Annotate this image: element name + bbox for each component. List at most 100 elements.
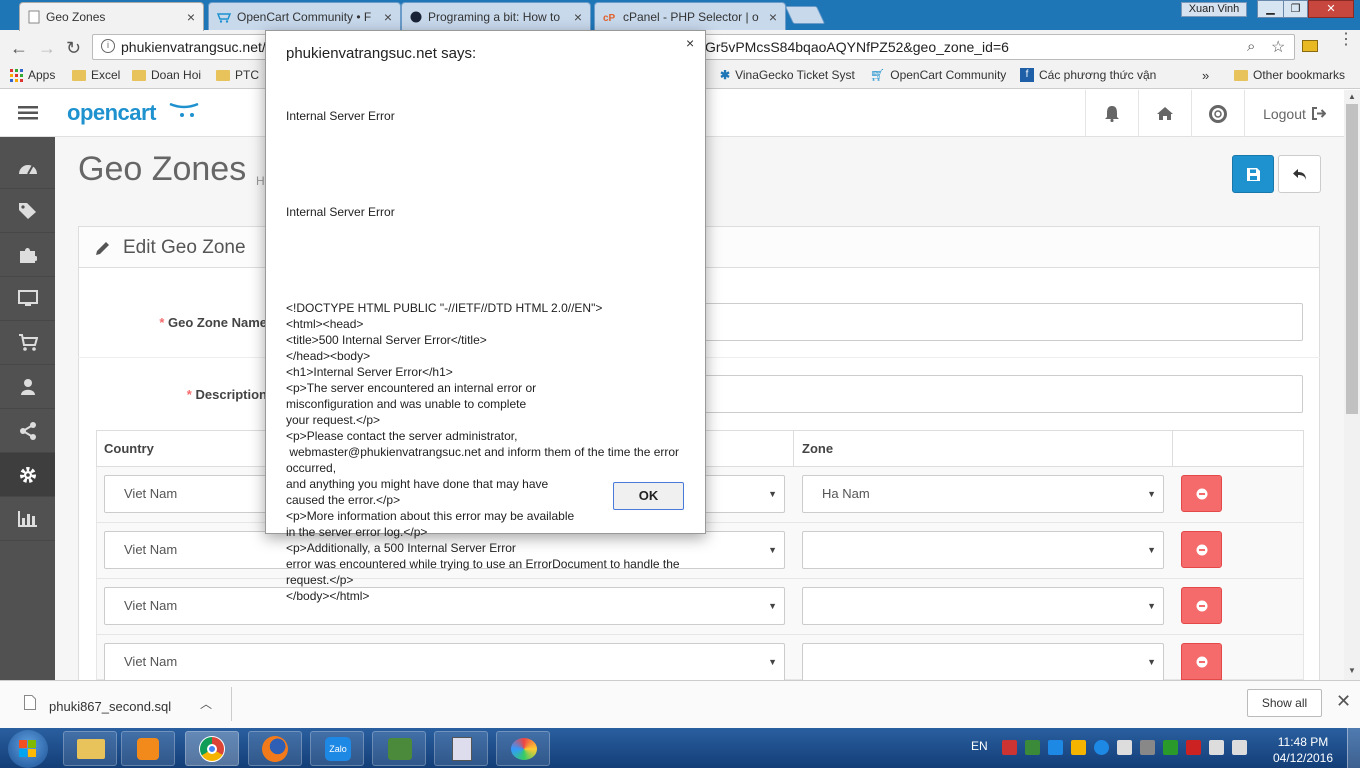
tray-app-icon[interactable] — [1002, 740, 1017, 755]
downloads-bar: phuki867_second.sql ︿ Show all ✕ — [0, 680, 1360, 728]
tray-app-icon[interactable] — [1186, 740, 1201, 755]
windows-logo-icon — [19, 740, 37, 758]
tray-app-icon[interactable] — [1140, 740, 1155, 755]
caret-down-icon: ▼ — [768, 657, 777, 667]
cart-icon[interactable] — [0, 321, 55, 365]
close-tab-icon[interactable]: × — [769, 9, 777, 25]
user-icon[interactable] — [0, 365, 55, 409]
share-icon[interactable] — [0, 409, 55, 453]
minimize-button[interactable]: ▁ — [1257, 0, 1284, 18]
bookmark-ptc[interactable]: PTC — [216, 68, 259, 82]
back-button[interactable] — [1278, 155, 1321, 193]
puzzle-icon[interactable] — [0, 233, 55, 277]
home-button[interactable] — [1138, 90, 1191, 137]
network-icon[interactable] — [1209, 740, 1224, 755]
bar-chart-icon[interactable] — [0, 497, 55, 541]
dialog-error-body: <!DOCTYPE HTML PUBLIC "-//IETF//DTD HTML… — [286, 301, 680, 603]
menu-icon[interactable]: ⋮ — [1338, 32, 1354, 48]
tab-programing-a-bit[interactable]: Programing a bit: How to × — [401, 2, 591, 30]
desktop-icon[interactable] — [0, 277, 55, 321]
opencart-cart-icon: 🛒︎ — [870, 68, 886, 82]
zone-select[interactable]: ▼ — [802, 531, 1164, 569]
zoom-icon[interactable]: ⌕ — [1247, 38, 1255, 55]
scroll-up-arrow-icon[interactable]: ▲ — [1348, 92, 1356, 101]
settings-cog-icon[interactable] — [0, 453, 55, 497]
forward-arrow-icon[interactable]: → — [38, 38, 56, 59]
tray-app-icon[interactable] — [1117, 740, 1132, 755]
file-explorer-icon[interactable] — [63, 731, 117, 766]
calculator-icon[interactable] — [434, 731, 488, 766]
dialog-close-icon[interactable]: × — [686, 35, 694, 51]
system-clock[interactable]: 11:48 PM 04/12/2016 — [1268, 734, 1338, 766]
notifications-button[interactable] — [1085, 90, 1138, 137]
extension-icon[interactable] — [1302, 40, 1318, 52]
tray-app-icon[interactable] — [1163, 740, 1178, 755]
close-icon[interactable]: ✕ — [1336, 691, 1351, 712]
dialog-line-2: Internal Server Error — [286, 205, 395, 219]
bookmark-cac-phuong-thuc[interactable]: f Các phương thức vận — [1020, 68, 1156, 82]
restore-button[interactable]: ❐ — [1283, 0, 1308, 18]
volume-icon[interactable] — [1232, 740, 1247, 755]
save-button[interactable] — [1232, 155, 1274, 193]
zone-select[interactable]: ▼ — [802, 643, 1164, 680]
breadcrumb[interactable]: H — [256, 174, 265, 188]
tab-opencart-community[interactable]: OpenCart Community • F × — [208, 2, 401, 30]
apps-grid-icon — [10, 68, 23, 82]
bookmark-opencart-community[interactable]: 🛒︎ OpenCart Community — [870, 68, 1006, 82]
bookmark-vinagecko[interactable]: ✱ VinaGecko Ticket Syst — [720, 68, 855, 82]
close-tab-icon[interactable]: × — [187, 9, 195, 25]
bookmark-doan-hoi[interactable]: Doan Hoi — [132, 68, 201, 82]
zalo-tray-icon[interactable] — [1094, 740, 1109, 755]
back-arrow-icon[interactable]: ← — [10, 38, 28, 59]
tray-app-icon[interactable] — [1025, 740, 1040, 755]
remove-row-button[interactable] — [1181, 587, 1222, 624]
zone-select[interactable]: ▼ — [802, 587, 1164, 625]
profile-name[interactable]: Xuan Vinh — [1181, 2, 1247, 17]
more-bookmarks-chevron[interactable]: » — [1202, 68, 1209, 83]
logout-button[interactable]: Logout — [1244, 90, 1344, 137]
other-bookmarks[interactable]: Other bookmarks — [1234, 68, 1345, 82]
language-indicator[interactable]: EN — [971, 739, 988, 753]
tab-cpanel[interactable]: cP cPanel - PHP Selector | o × — [594, 2, 786, 30]
zalo-icon[interactable]: Zalo — [310, 731, 364, 766]
divider — [231, 687, 232, 721]
paint-icon[interactable] — [496, 731, 550, 766]
media-player-icon[interactable] — [121, 731, 175, 766]
tag-icon[interactable] — [0, 189, 55, 233]
remove-row-button[interactable] — [1181, 643, 1222, 680]
dashboard-icon[interactable] — [0, 145, 55, 189]
ok-button[interactable]: OK — [613, 482, 684, 510]
start-button[interactable] — [8, 730, 48, 768]
scroll-thumb[interactable] — [1346, 104, 1358, 414]
bookmark-excel[interactable]: Excel — [72, 68, 120, 82]
close-tab-icon[interactable]: × — [384, 9, 392, 25]
show-desktop-button[interactable] — [1347, 728, 1360, 768]
reload-icon[interactable]: ↻ — [66, 38, 81, 59]
show-all-button[interactable]: Show all — [1247, 689, 1322, 717]
chrome-icon[interactable] — [185, 731, 239, 766]
opencart-logo[interactable]: opencart — [67, 100, 156, 126]
bookmark-apps[interactable]: Apps — [10, 68, 55, 82]
firefox-icon[interactable] — [248, 731, 302, 766]
help-button[interactable] — [1191, 90, 1244, 137]
chevron-up-icon[interactable]: ︿ — [200, 695, 212, 712]
country-select[interactable]: Viet Nam ▼ — [104, 643, 785, 680]
info-icon[interactable]: i — [101, 39, 115, 53]
google-drive-icon[interactable] — [1071, 740, 1086, 755]
app-icon[interactable] — [372, 731, 426, 766]
scroll-down-arrow-icon[interactable]: ▼ — [1348, 666, 1356, 675]
window-close-button[interactable]: ✕ — [1308, 0, 1354, 18]
tray-app-icon[interactable] — [1048, 740, 1063, 755]
caret-down-icon: ▼ — [768, 601, 777, 611]
close-tab-icon[interactable]: × — [574, 9, 582, 25]
folder-icon — [1234, 69, 1248, 81]
download-filename[interactable]: phuki867_second.sql — [49, 699, 171, 714]
zone-select[interactable]: Ha Nam ▼ — [802, 475, 1164, 513]
menu-toggle-icon[interactable] — [18, 106, 38, 120]
page-scrollbar[interactable]: ▲ ▼ — [1344, 90, 1360, 680]
bookmark-star-icon[interactable]: ☆ — [1271, 37, 1285, 57]
remove-row-button[interactable] — [1181, 531, 1222, 568]
site-icon: f — [1020, 68, 1034, 82]
tab-geo-zones[interactable]: Geo Zones × — [19, 2, 204, 31]
remove-row-button[interactable] — [1181, 475, 1222, 512]
